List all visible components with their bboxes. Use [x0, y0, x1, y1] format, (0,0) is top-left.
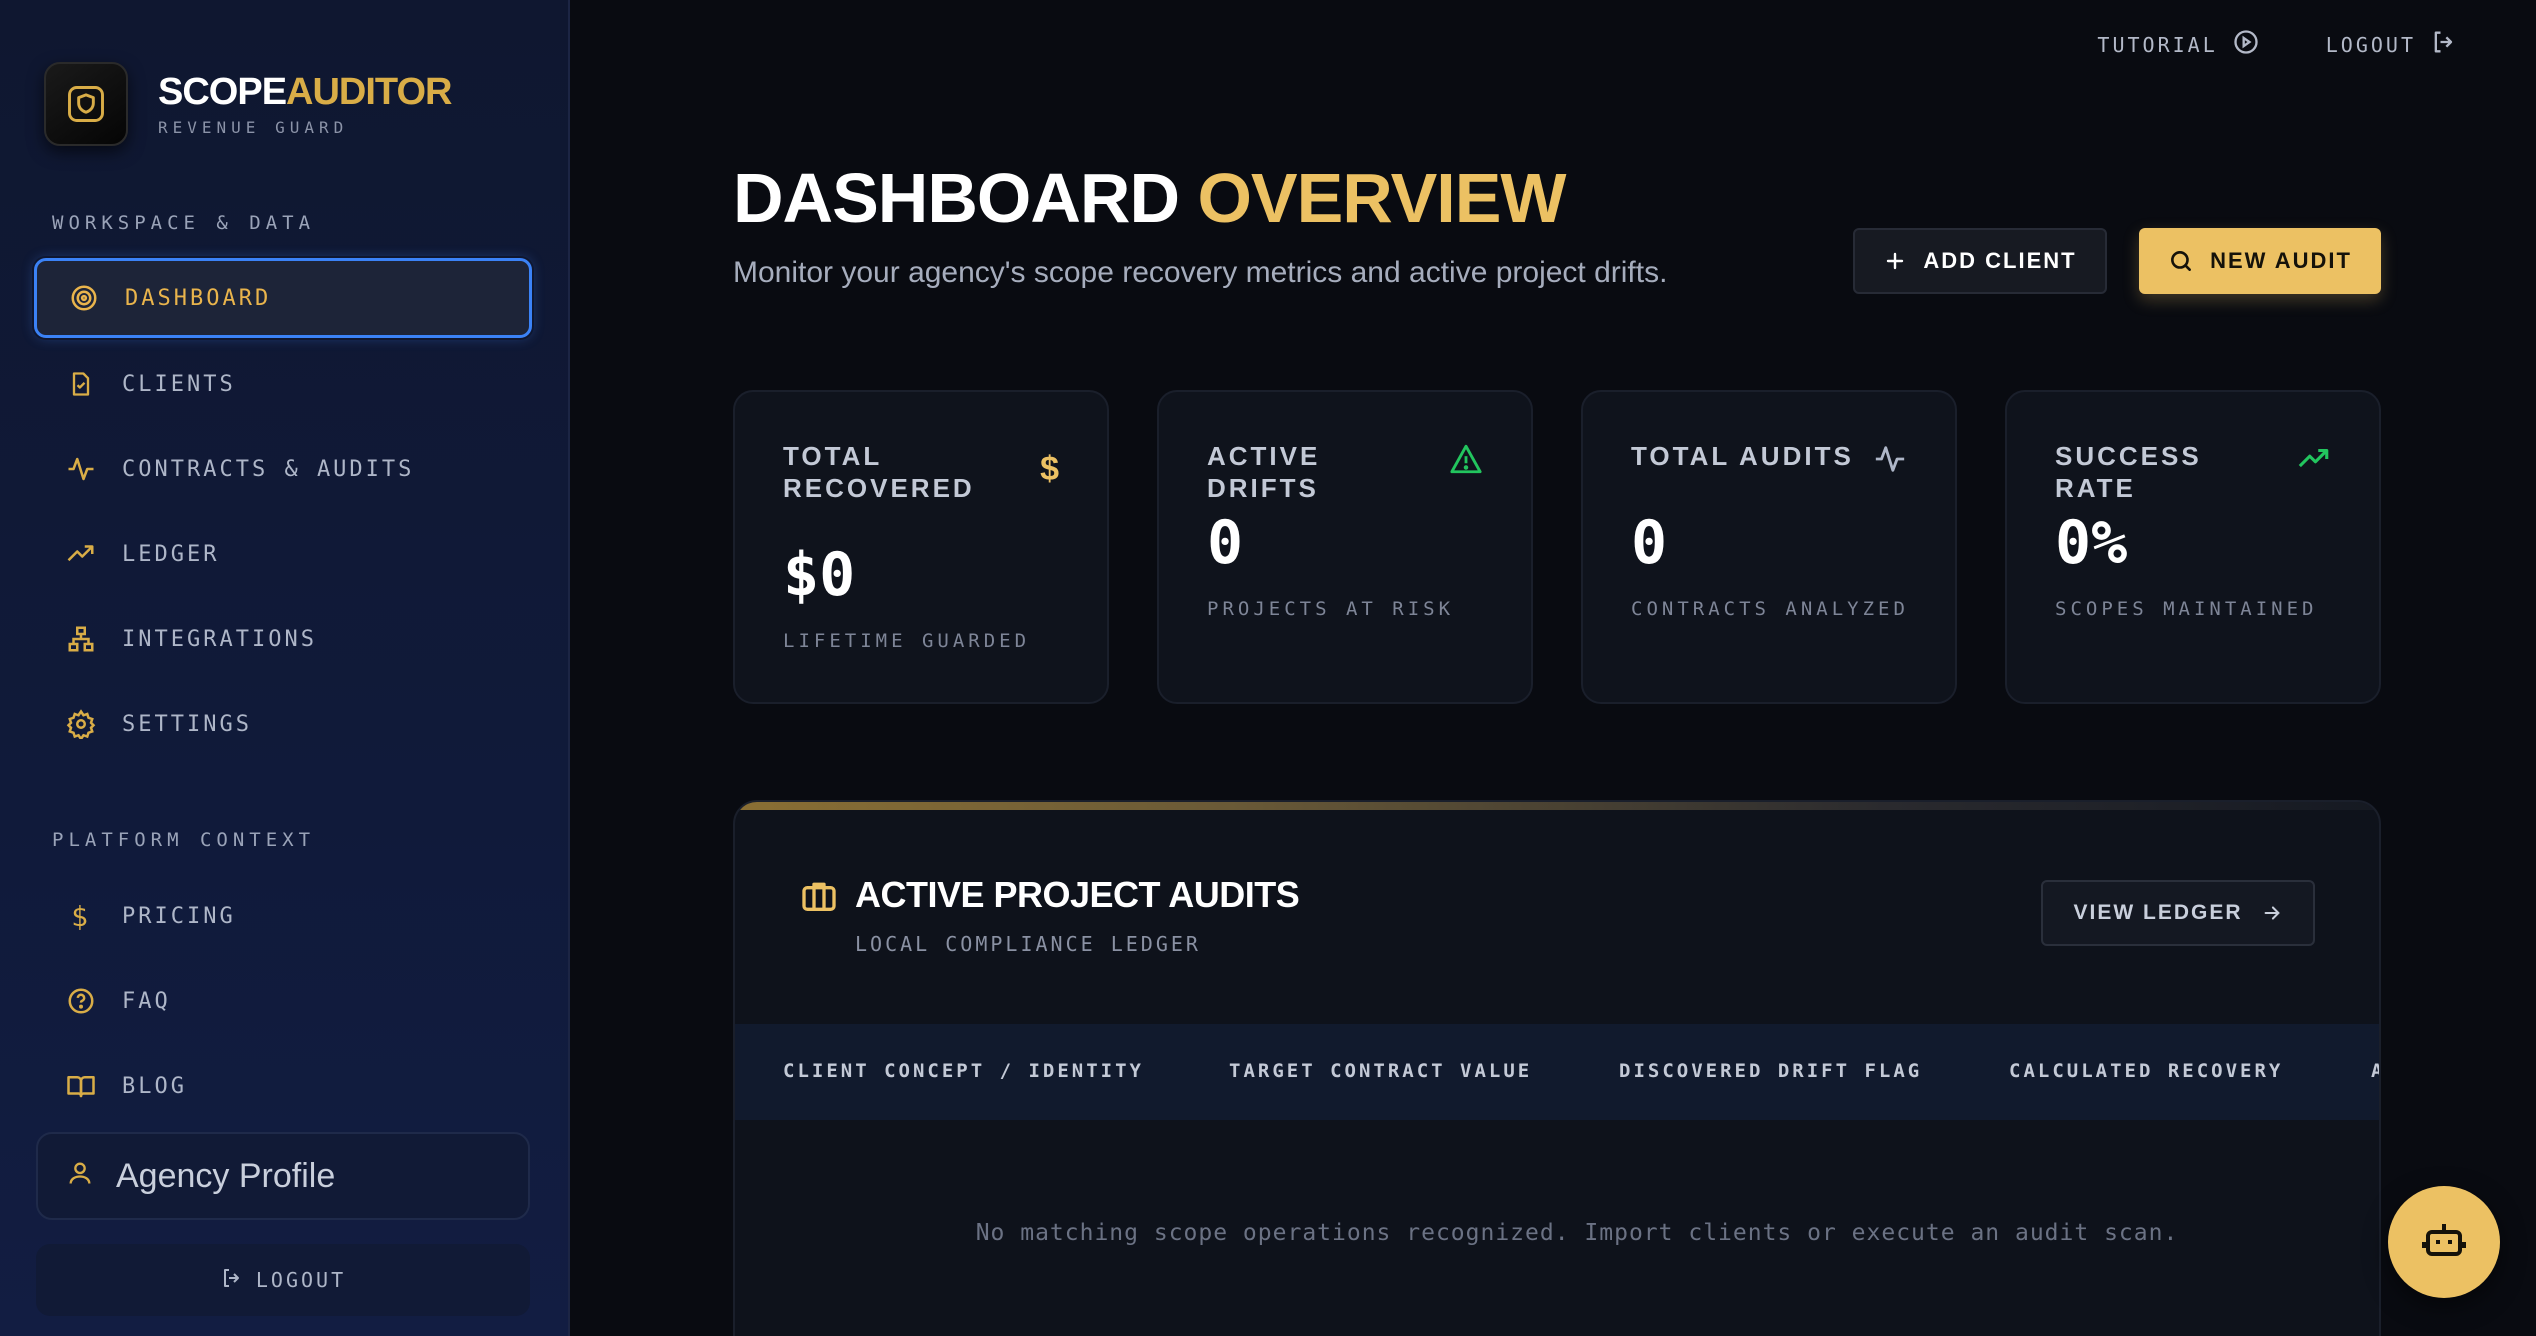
stat-label: TOTAL AUDITS: [1631, 441, 1854, 471]
tutorial-label: TUTORIAL: [2097, 32, 2218, 57]
arrow-right-icon: [2261, 902, 2283, 924]
view-ledger-label: VIEW LEDGER: [2073, 901, 2243, 924]
brand[interactable]: SCOPEAUDITOR REVENUE GUARD: [44, 62, 452, 146]
stat-caption: CONTRACTS ANALYZED: [1631, 598, 1909, 620]
sidebar-item-label: FAQ: [122, 988, 171, 1014]
sidebar-item-pricing[interactable]: $ PRICING: [34, 876, 532, 956]
stat-label: ACTIVE DRIFTS: [1207, 441, 1321, 503]
brand-tagline: REVENUE GUARD: [158, 117, 349, 137]
section-label-platform: PLATFORM CONTEXT: [52, 829, 316, 851]
panel-accent-bar: [735, 802, 2379, 810]
column-header[interactable]: TARGET CONTRACT VALUE: [1229, 1060, 1532, 1082]
briefcase-icon: [799, 876, 839, 921]
view-ledger-button[interactable]: VIEW LEDGER: [2041, 880, 2315, 946]
stat-card-active-drifts: ACTIVE DRIFTS 0 PROJECTS AT RISK: [1157, 390, 1533, 704]
column-header[interactable]: A: [2371, 1060, 2379, 1082]
sidebar-item-label: PRICING: [122, 903, 236, 929]
section-label-workspace: WORKSPACE & DATA: [52, 212, 316, 234]
table-header: CLIENT CONCEPT / IDENTITY TARGET CONTRAC…: [735, 1024, 2379, 1120]
sidebar-logout-label: LOGOUT: [255, 1268, 347, 1292]
tutorial-link[interactable]: TUTORIAL: [2097, 28, 2259, 61]
empty-state-message: No matching scope operations recognized.…: [975, 1220, 2179, 1246]
play-circle-icon: [2232, 28, 2260, 61]
sidebar-item-label: LEDGER: [122, 541, 220, 567]
stat-caption: SCOPES MAINTAINED: [2055, 598, 2318, 620]
top-logout-label: LOGOUT: [2325, 32, 2416, 57]
page-title: DASHBOARD OVERVIEW: [733, 159, 1566, 237]
trending-up-icon: [64, 537, 98, 571]
stat-label: SUCCESS RATE: [2055, 441, 2202, 503]
sidebar-item-label: DASHBOARD: [125, 285, 272, 311]
agency-profile-button[interactable]: Agency Profile: [36, 1132, 530, 1220]
dollar-icon: $: [71, 899, 91, 933]
new-audit-button[interactable]: NEW AUDIT: [2139, 228, 2381, 294]
plus-icon: [1883, 249, 1907, 273]
help-circle-icon: [64, 984, 98, 1018]
column-header[interactable]: CALCULATED RECOVERY: [2009, 1060, 2283, 1082]
sidebar-item-label: BLOG: [122, 1073, 187, 1099]
trending-up-icon: [2297, 442, 2331, 481]
sidebar: SCOPEAUDITOR REVENUE GUARD WORKSPACE & D…: [0, 0, 570, 1336]
assistant-bot-button[interactable]: [2388, 1186, 2500, 1298]
sidebar-item-contracts-audits[interactable]: CONTRACTS & AUDITS: [34, 429, 532, 509]
stat-value: 0: [1631, 508, 1668, 578]
sidebar-item-label: SETTINGS: [122, 711, 252, 737]
activity-icon: [1873, 442, 1907, 481]
search-icon: [2168, 248, 2194, 274]
stat-value: 0: [1207, 508, 1244, 578]
stat-value: $0: [783, 540, 856, 610]
column-header[interactable]: DISCOVERED DRIFT FLAG: [1619, 1060, 1922, 1082]
sidebar-item-faq[interactable]: FAQ: [34, 961, 532, 1041]
shield-icon: [44, 62, 128, 146]
stat-caption: PROJECTS AT RISK: [1207, 598, 1455, 620]
sidebar-item-clients[interactable]: CLIENTS: [34, 344, 532, 424]
profile-label: Agency Profile: [116, 1156, 336, 1195]
network-icon: [64, 622, 98, 656]
new-audit-label: NEW AUDIT: [2210, 248, 2352, 273]
panel-subtitle: LOCAL COMPLIANCE LEDGER: [855, 932, 1201, 956]
sidebar-item-settings[interactable]: SETTINGS: [34, 684, 532, 764]
sidebar-item-integrations[interactable]: INTEGRATIONS: [34, 599, 532, 679]
stat-caption: LIFETIME GUARDED: [783, 630, 1031, 652]
page-subtitle: Monitor your agency's scope recovery met…: [733, 256, 1668, 289]
sidebar-item-label: CONTRACTS & AUDITS: [122, 456, 415, 482]
sidebar-logout-button[interactable]: LOGOUT: [36, 1244, 530, 1316]
logout-icon: [220, 1266, 244, 1295]
panel-title: ACTIVE PROJECT AUDITS: [855, 874, 1300, 915]
active-audits-panel: ACTIVE PROJECT AUDITS LOCAL COMPLIANCE L…: [733, 800, 2381, 1336]
logout-icon: [2430, 28, 2458, 61]
gear-icon: [64, 707, 98, 741]
dollar-icon: $: [1040, 450, 1059, 488]
bot-icon: [2420, 1216, 2468, 1269]
column-header[interactable]: CLIENT CONCEPT / IDENTITY: [783, 1060, 1144, 1082]
stat-value: 0%: [2055, 508, 2128, 578]
stat-label: TOTAL RECOVERED: [783, 441, 975, 503]
stat-card-total-audits: TOTAL AUDITS 0 CONTRACTS ANALYZED: [1581, 390, 1957, 704]
book-icon: [64, 1069, 98, 1103]
sidebar-item-ledger[interactable]: LEDGER: [34, 514, 532, 594]
add-client-button[interactable]: ADD CLIENT: [1853, 228, 2107, 294]
user-icon: [66, 1157, 94, 1196]
sidebar-item-blog[interactable]: BLOG: [34, 1046, 532, 1126]
stat-card-total-recovered: TOTAL RECOVERED $ $0 LIFETIME GUARDED: [733, 390, 1109, 704]
stat-card-success-rate: SUCCESS RATE 0% SCOPES MAINTAINED: [2005, 390, 2381, 704]
top-bar: TUTORIAL LOGOUT: [2031, 28, 2458, 61]
top-logout-link[interactable]: LOGOUT: [2326, 28, 2458, 61]
activity-icon: [64, 452, 98, 486]
sidebar-item-label: INTEGRATIONS: [122, 626, 317, 652]
file-check-icon: [64, 367, 98, 401]
brand-name: SCOPEAUDITOR: [158, 70, 452, 113]
add-client-label: ADD CLIENT: [1923, 248, 2077, 273]
target-icon: [67, 281, 101, 315]
sidebar-item-dashboard[interactable]: DASHBOARD: [34, 258, 532, 338]
sidebar-item-label: CLIENTS: [122, 371, 236, 397]
alert-triangle-icon: [1449, 442, 1483, 481]
